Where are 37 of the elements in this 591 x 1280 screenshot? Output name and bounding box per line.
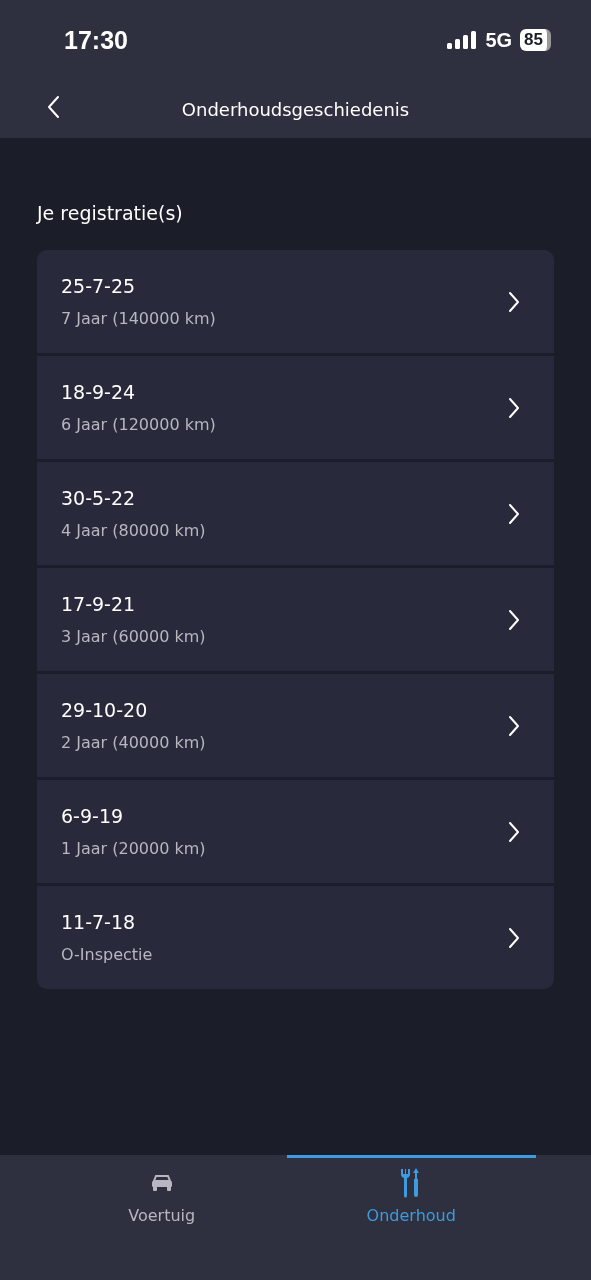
section-title: Je registratie(s) (37, 202, 184, 224)
registration-description: O-Inspectie (61, 945, 153, 964)
status-time: 17:30 (64, 25, 128, 55)
registration-description: 2 Jaar (40000 km) (61, 733, 206, 752)
registration-date: 29-10-20 (61, 699, 149, 721)
chevron-right-icon (508, 820, 520, 843)
tab[interactable]: Onderhoud (286, 1155, 536, 1235)
registration-description: 4 Jaar (80000 km) (61, 521, 206, 540)
registration-date: 25-7-25 (61, 275, 137, 297)
back-icon[interactable] (46, 95, 60, 119)
registration-description: 7 Jaar (140000 km) (61, 309, 216, 328)
signal-icon (447, 31, 478, 49)
chevron-right-icon (508, 502, 520, 525)
registration-date: 17-9-21 (61, 593, 137, 615)
registration-item[interactable]: 17-9-21 3 Jaar (60000 km) (37, 568, 554, 671)
registration-item[interactable]: 6-9-19 1 Jaar (20000 km) (37, 780, 554, 883)
registration-item[interactable]: 25-7-25 7 Jaar (140000 km) (37, 250, 554, 353)
chevron-right-icon (508, 926, 520, 949)
registration-item[interactable]: 29-10-20 2 Jaar (40000 km) (37, 674, 554, 777)
chevron-right-icon (508, 290, 520, 313)
registration-date: 6-9-19 (61, 805, 125, 827)
registration-date: 11-7-18 (61, 911, 137, 933)
registration-date: 18-9-24 (61, 381, 137, 403)
registration-description: 3 Jaar (60000 km) (61, 627, 206, 646)
registration-description: 6 Jaar (120000 km) (61, 415, 216, 434)
network-label: 5G (485, 28, 513, 52)
chevron-right-icon (508, 714, 520, 737)
chevron-right-icon (508, 396, 520, 419)
registration-item[interactable]: 11-7-18 O-Inspectie (37, 886, 554, 989)
battery-level: 85 (520, 29, 551, 51)
registration-description: 1 Jaar (20000 km) (61, 839, 206, 858)
registration-item[interactable]: 18-9-24 6 Jaar (120000 km) (37, 356, 554, 459)
tab[interactable]: Voertuig (37, 1155, 287, 1235)
registration-item[interactable]: 30-5-22 4 Jaar (80000 km) (37, 462, 554, 565)
chevron-right-icon (508, 608, 520, 631)
screen-title: Onderhoudsgeschiedenis (181, 98, 410, 120)
registration-date: 30-5-22 (61, 487, 137, 509)
